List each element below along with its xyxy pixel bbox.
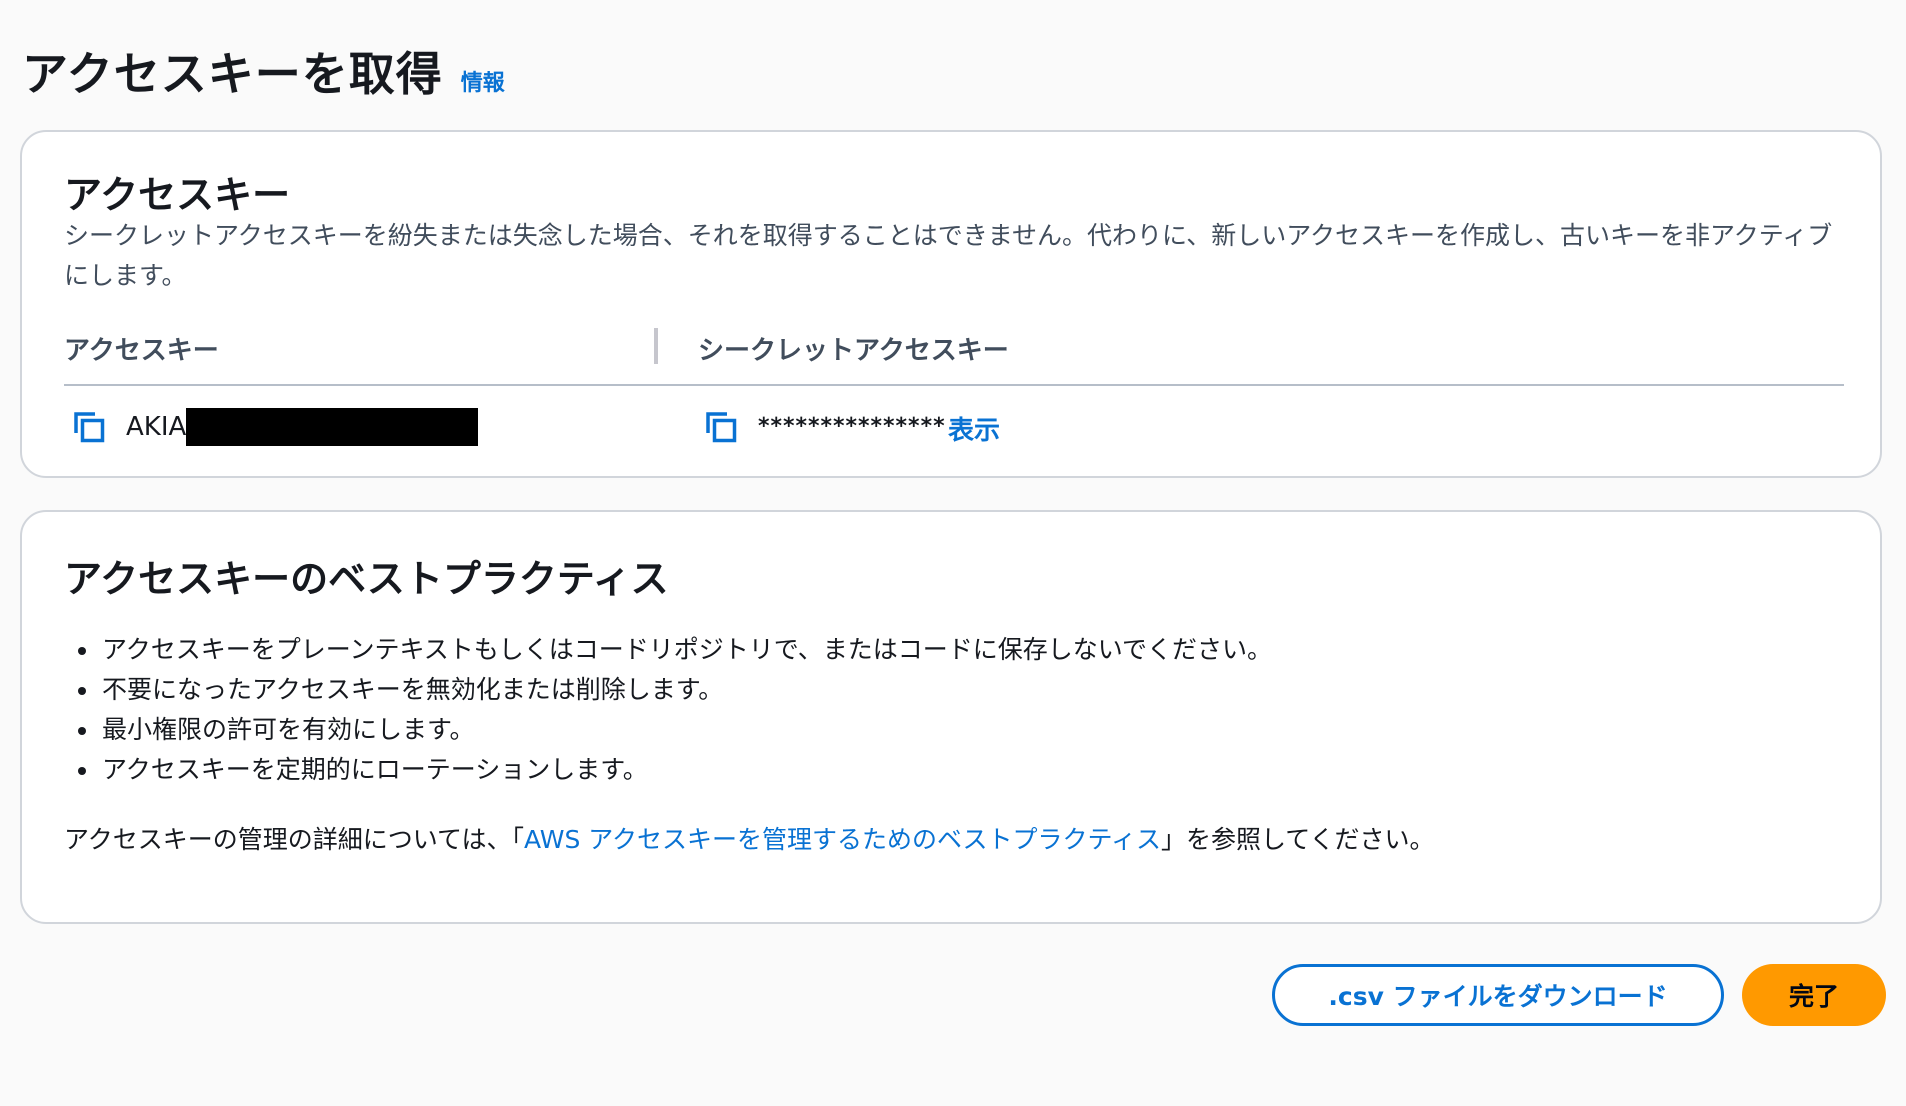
show-secret-link[interactable]: 表示 [948, 410, 1000, 447]
access-key-panel: アクセスキー シークレットアクセスキーを紛失または失念した場合、それを取得するこ… [20, 130, 1882, 478]
footer-prefix: アクセスキーの管理の詳細については、「 [64, 825, 525, 854]
access-key-value: AKIA [126, 412, 187, 442]
best-practices-doc-link[interactable]: AWS アクセスキーを管理するためのベストプラクティス [524, 825, 1161, 854]
best-practices-list: アクセスキーをプレーンテキストもしくはコードリポジトリで、またはコードに保存しな… [64, 630, 1272, 790]
column-divider [654, 328, 658, 364]
column-header-access-key: アクセスキー [64, 336, 219, 366]
info-link[interactable]: 情報 [461, 65, 505, 97]
best-practices-panel: アクセスキーのベストプラクティス アクセスキーをプレーンテキストもしくはコードリ… [20, 510, 1882, 924]
list-item: 不要になったアクセスキーを無効化または削除します。 [64, 670, 1272, 710]
list-item: アクセスキーを定期的にローテーションします。 [64, 750, 1272, 790]
best-practices-title: アクセスキーのベストプラクティス [64, 557, 669, 601]
redaction-bar [186, 408, 478, 446]
access-key-panel-title: アクセスキー [64, 173, 291, 217]
download-csv-button[interactable]: .csv ファイルをダウンロード [1272, 964, 1724, 1026]
header-row-divider [64, 384, 1844, 386]
list-item: 最小権限の許可を有効にします。 [64, 710, 1272, 750]
done-button[interactable]: 完了 [1742, 964, 1886, 1026]
page-title: アクセスキーを取得 [22, 47, 443, 101]
list-item: アクセスキーをプレーンテキストもしくはコードリポジトリで、またはコードに保存しな… [64, 630, 1272, 670]
secret-access-key-masked: *************** [758, 414, 946, 439]
copy-secret-key-icon[interactable] [704, 410, 738, 444]
best-practices-footer: アクセスキーの管理の詳細については、「AWS アクセスキーを管理するためのベスト… [64, 820, 1435, 860]
footer-suffix: 」を参照してください。 [1161, 825, 1435, 854]
page-header: アクセスキーを取得 情報 [22, 38, 505, 104]
copy-access-key-icon[interactable] [72, 410, 106, 444]
column-header-secret-access-key: シークレットアクセスキー [698, 336, 1009, 366]
access-key-panel-description: シークレットアクセスキーを紛失または失念した場合、それを取得することはできません… [64, 221, 1833, 290]
